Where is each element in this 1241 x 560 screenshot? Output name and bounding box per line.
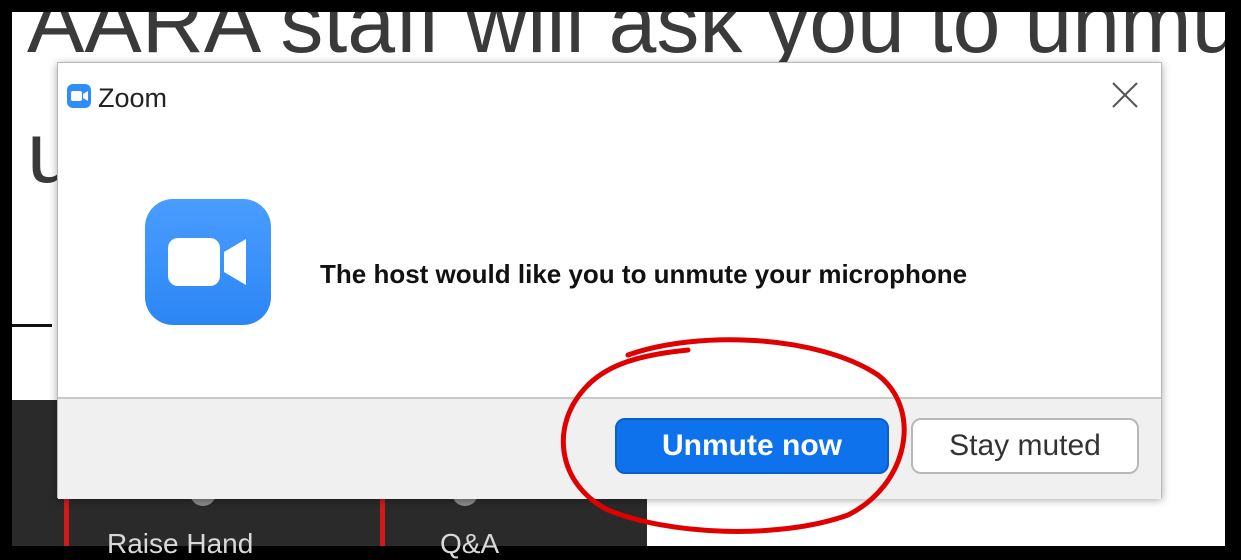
unmute-now-button[interactable]: Unmute now [615,418,889,474]
raise-hand-button[interactable]: Raise Hand [107,528,253,560]
zoom-camera-icon [145,199,271,325]
zoom-logo-icon [67,84,91,108]
qa-button[interactable]: Q&A [440,528,499,560]
stay-muted-button[interactable]: Stay muted [911,418,1139,474]
dialog-body: The host would like you to unmute your m… [58,123,1161,397]
dialog-titlebar: Zoom [58,63,1161,123]
close-icon[interactable] [1107,77,1143,113]
unmute-request-dialog: Zoom The host would like you to unmute y… [57,62,1162,499]
slide-divider [12,324,52,327]
dialog-title: Zoom [98,83,168,113]
dialog-message: The host would like you to unmute your m… [320,259,968,289]
